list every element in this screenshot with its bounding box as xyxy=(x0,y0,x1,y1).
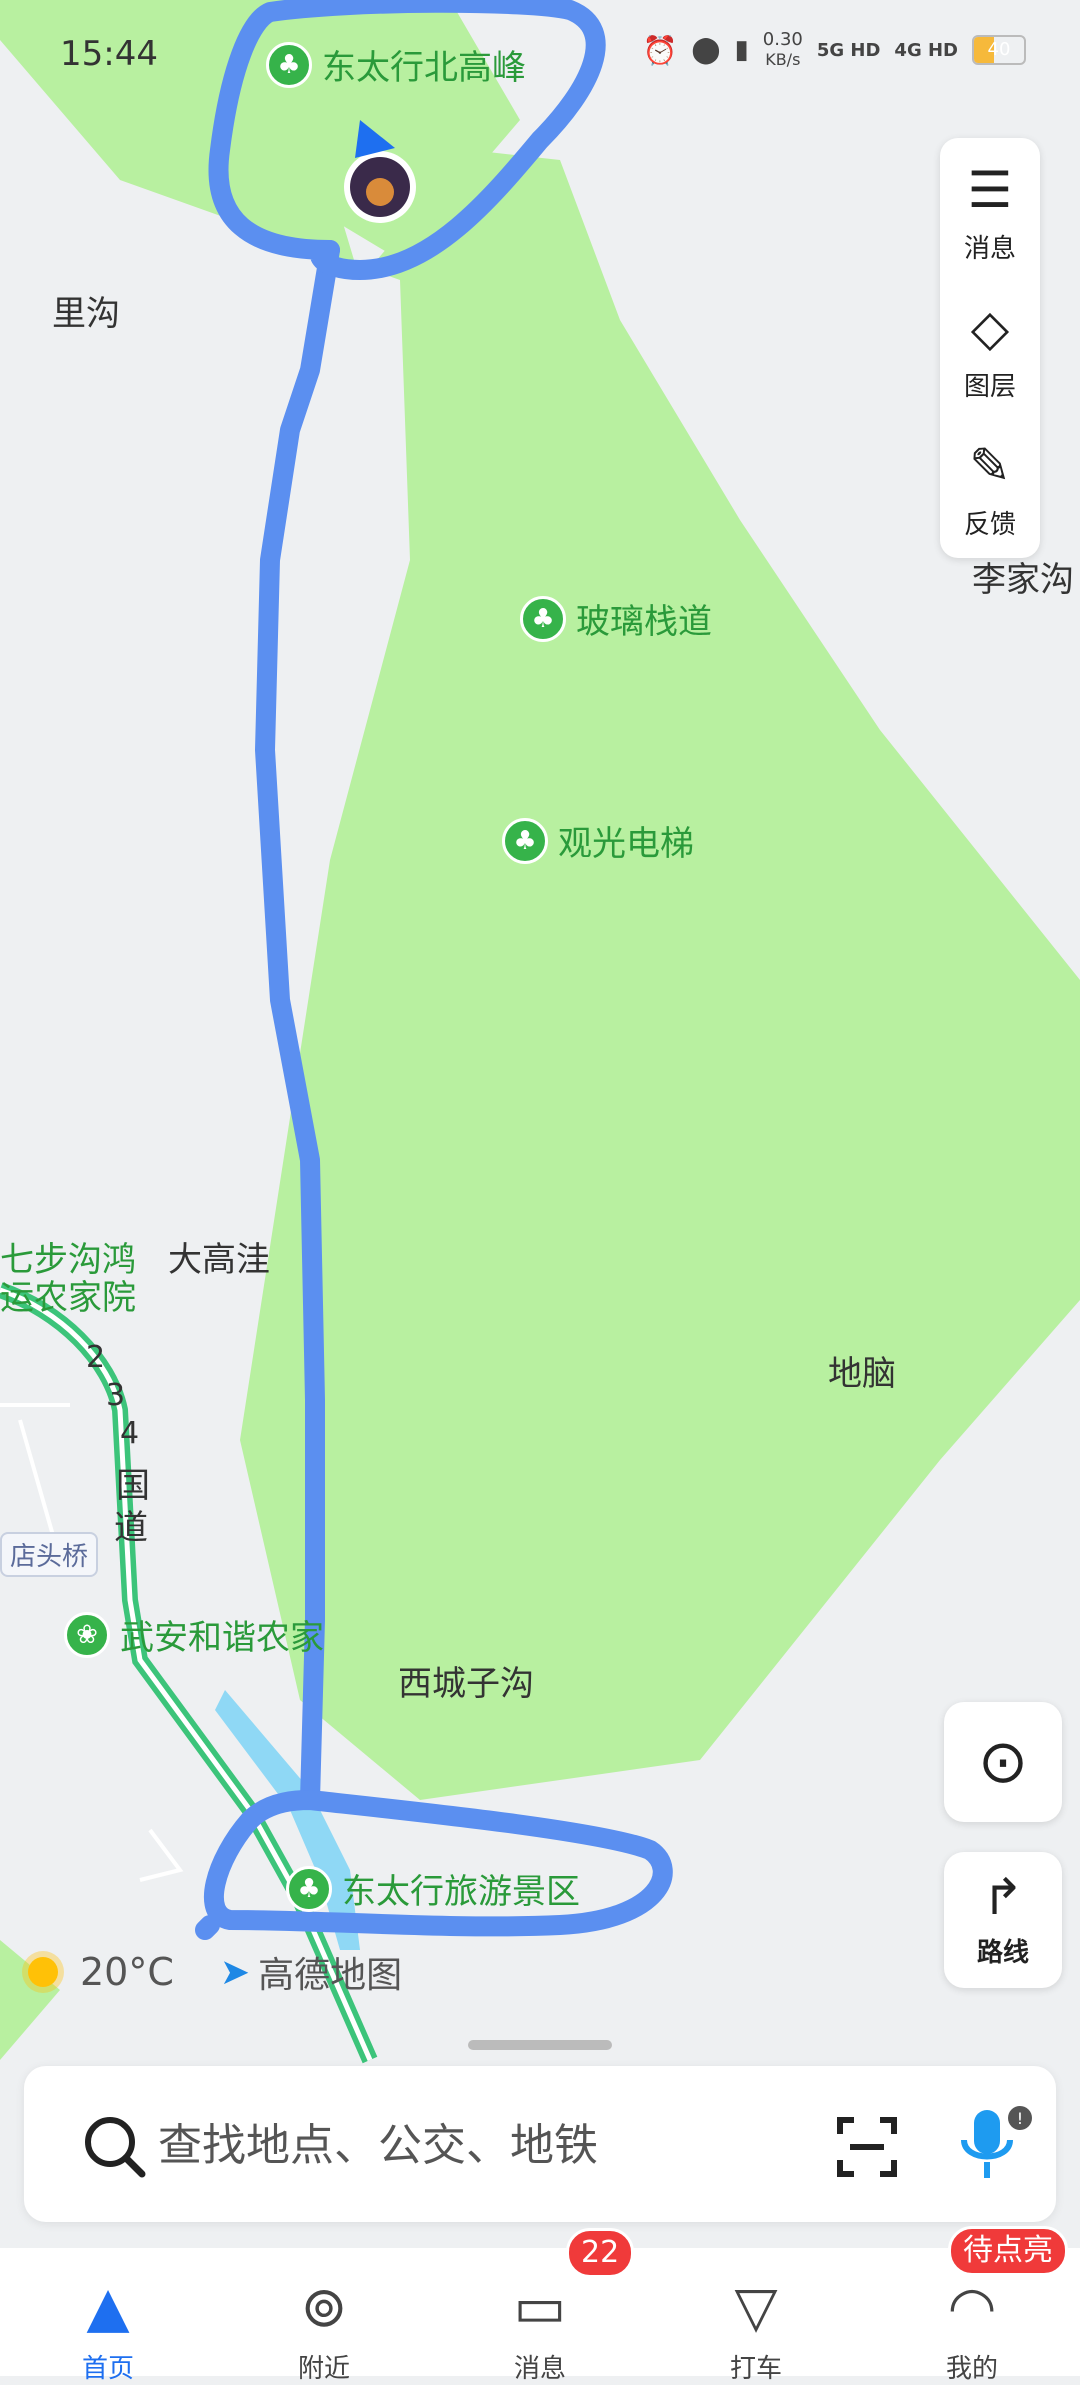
route-arrow-icon: ↱ xyxy=(982,1868,1024,1926)
place-label: 地脑 xyxy=(828,1354,896,1394)
place-label: 店头桥 xyxy=(0,1532,99,1577)
layers-icon: ◇ xyxy=(970,299,1010,357)
tab-taxi[interactable]: ▽ 打车 xyxy=(686,2248,826,2385)
sun-icon xyxy=(28,1957,58,1987)
scan-icon[interactable] xyxy=(832,2112,902,2182)
tab-label: 附近 xyxy=(297,2354,350,2384)
signal-4g: 4G HD xyxy=(894,39,958,61)
weather-widget[interactable]: 20°C ➤ 高德地图 xyxy=(18,1946,402,1998)
route-button[interactable]: ↱ 路线 xyxy=(944,1852,1062,1988)
place-label: 运农家院 xyxy=(0,1278,136,1318)
messages-label: 消息 xyxy=(963,234,1016,264)
pencil-icon: ✎ xyxy=(969,437,1011,495)
search-bar[interactable]: ! xyxy=(24,2066,1056,2222)
road-label: 道 xyxy=(114,1508,148,1548)
poi-marker[interactable]: ❀ 武安和谐农家 xyxy=(64,1610,324,1659)
tab-label: 消息 xyxy=(513,2354,566,2384)
tab-label: 首页 xyxy=(81,2354,134,2384)
battery-level: 40 xyxy=(987,39,1011,60)
message-count-badge: 22 xyxy=(566,2228,635,2278)
poi-marker[interactable]: ♣ 东太行旅游景区 xyxy=(286,1864,580,1913)
profile-icon: ◠ xyxy=(947,2275,997,2340)
status-time: 15:44 xyxy=(60,34,158,74)
profile-badge: 待点亮 xyxy=(948,2226,1068,2276)
tab-label: 打车 xyxy=(729,2354,782,2384)
map-canvas[interactable] xyxy=(0,0,1080,2376)
brand-logo: ➤ 高德地图 xyxy=(220,1946,402,1998)
messages-button[interactable]: ☰ 消息 xyxy=(940,160,1040,265)
tree-icon: ♣ xyxy=(286,1865,332,1912)
road-label: 3 xyxy=(106,1378,126,1413)
place-label: 大高洼 xyxy=(168,1240,270,1280)
amap-logo-icon: ➤ xyxy=(219,1951,251,1993)
tab-label: 我的 xyxy=(945,2354,998,2384)
net-speed: 0.30 xyxy=(762,29,803,50)
poi-label: 玻璃栈道 xyxy=(576,602,712,642)
alarm-icon: ⏰ xyxy=(642,33,678,67)
place-label: 西城子沟 xyxy=(398,1664,534,1704)
cherry-icon: ❀ xyxy=(64,1611,110,1658)
navigation-arrow-icon: ▲ xyxy=(86,2275,130,2340)
place-label: 李家沟 xyxy=(972,560,1074,600)
bottom-tab-bar: ▲ 首页 ⊚ 附近 ▭ 消息 ▽ 打车 ◠ 我的 22 待点亮 xyxy=(0,2226,1080,2385)
battery-icon: 40 xyxy=(972,35,1026,65)
tab-home[interactable]: ▲ 首页 xyxy=(38,2248,178,2385)
map-tools-panel: ☰ 消息 ◇ 图层 ✎ 反馈 xyxy=(940,138,1040,558)
road-label: 2 xyxy=(86,1340,106,1375)
signal-5g: 5G HD xyxy=(816,39,881,61)
brand-name: 高德地图 xyxy=(258,1955,403,1996)
crosshair-icon: ⊙ xyxy=(977,1727,1029,1797)
message-icon: ☰ xyxy=(967,161,1013,219)
drag-handle[interactable] xyxy=(468,2040,612,2050)
poi-label: 东太行旅游景区 xyxy=(342,1872,580,1912)
layers-button[interactable]: ◇ 图层 xyxy=(940,298,1040,403)
status-bar: 15:44 ⏰ ⬤ ▮ 0.30 KB/s 5G HD 4G HD 40 xyxy=(0,0,1080,110)
location-pin-icon: ⊚ xyxy=(300,2275,348,2340)
poi-marker[interactable]: ♣ 观光电梯 xyxy=(502,816,694,865)
feedback-button[interactable]: ✎ 反馈 xyxy=(940,436,1040,541)
tree-icon: ♣ xyxy=(266,41,312,88)
status-icons: ⏰ ⬤ ▮ 0.30 KB/s 5G HD 4G HD 40 xyxy=(642,30,1026,70)
road-label: 4 xyxy=(120,1416,140,1451)
poi-label: 东太行北高峰 xyxy=(322,48,526,88)
feedback-label: 反馈 xyxy=(963,510,1016,540)
microphone-icon[interactable]: ! xyxy=(944,2104,1034,2190)
tree-icon: ♣ xyxy=(520,595,566,642)
tree-icon: ♣ xyxy=(502,817,548,864)
vibrate-icon: ▮ xyxy=(734,35,749,65)
poi-label: 观光电梯 xyxy=(558,824,694,864)
poi-marker[interactable]: ♣ 东太行北高峰 xyxy=(266,40,526,89)
locate-button[interactable]: ⊙ xyxy=(944,1702,1062,1822)
svg-text:!: ! xyxy=(1017,2109,1023,2128)
search-icon xyxy=(85,2117,146,2178)
route-label: 路线 xyxy=(976,1938,1029,1968)
net-unit: KB/s xyxy=(765,50,801,69)
poi-label: 武安和谐农家 xyxy=(120,1618,324,1658)
temperature: 20°C xyxy=(80,1950,174,1994)
place-label: 里沟 xyxy=(52,294,120,334)
poi-marker[interactable]: ♣ 玻璃栈道 xyxy=(520,594,712,643)
layers-label: 图层 xyxy=(963,372,1016,402)
taxi-icon: ▽ xyxy=(734,2275,778,2340)
tab-nearby[interactable]: ⊚ 附近 xyxy=(254,2248,394,2385)
search-input[interactable] xyxy=(156,2112,800,2178)
location-icon: ⬤ xyxy=(691,35,721,65)
message-icon: ▭ xyxy=(513,2275,567,2340)
